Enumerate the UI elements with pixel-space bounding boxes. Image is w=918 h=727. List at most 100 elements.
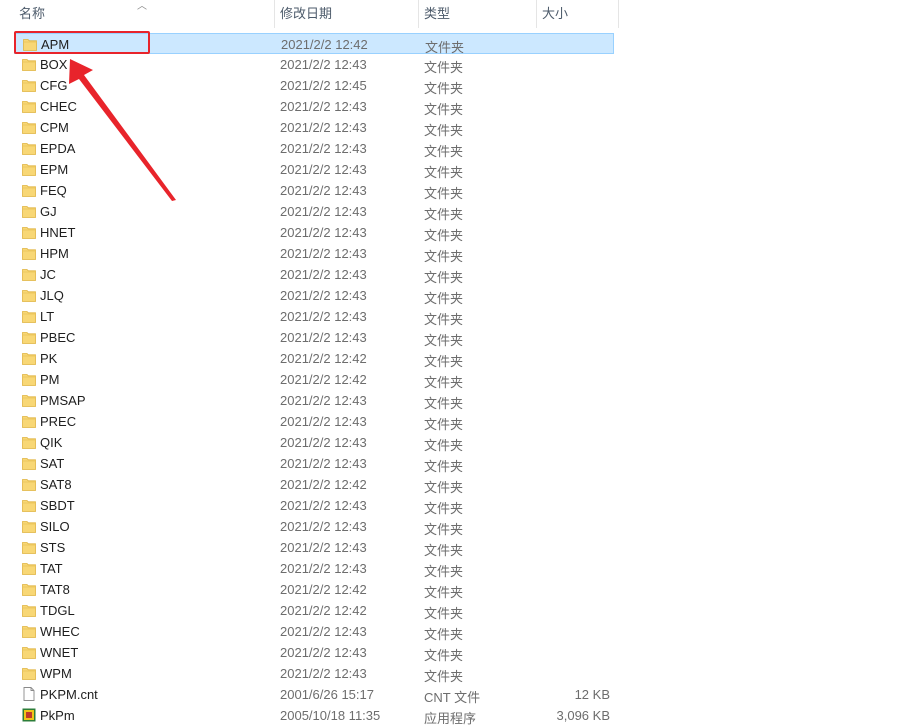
- folder-icon: [22, 519, 36, 533]
- file-row[interactable]: PKPM.cnt 2001/6/26 15:17 CNT 文件 12 KB: [14, 684, 614, 705]
- folder-icon: [22, 372, 36, 386]
- folder-row[interactable]: EPDA 2021/2/2 12:43 文件夹: [14, 138, 614, 159]
- folder-row[interactable]: TAT 2021/2/2 12:43 文件夹: [14, 558, 614, 579]
- folder-row[interactable]: SAT 2021/2/2 12:43 文件夹: [14, 453, 614, 474]
- folder-row[interactable]: TDGL 2021/2/2 12:42 文件夹: [14, 600, 614, 621]
- file-size: 12 KB: [574, 687, 610, 702]
- file-name: WPM: [40, 666, 72, 681]
- modified-date: 2021/2/2 12:42: [280, 582, 367, 597]
- folder-icon: [22, 99, 36, 113]
- folder-icon: [22, 666, 36, 680]
- folder-icon: [22, 477, 36, 491]
- file-name: HNET: [40, 225, 76, 240]
- file-type: 文件夹: [424, 333, 464, 348]
- folder-row[interactable]: LT 2021/2/2 12:43 文件夹: [14, 306, 614, 327]
- file-type: 文件夹: [424, 480, 464, 495]
- modified-date: 2021/2/2 12:43: [280, 645, 367, 660]
- file-name: EPDA: [40, 141, 76, 156]
- folder-icon: [22, 540, 36, 554]
- folder-icon: [22, 57, 36, 71]
- folder-row[interactable]: WPM 2021/2/2 12:43 文件夹: [14, 663, 614, 684]
- folder-icon: [22, 393, 36, 407]
- folder-row[interactable]: QIK 2021/2/2 12:43 文件夹: [14, 432, 614, 453]
- folder-row[interactable]: CHEC 2021/2/2 12:43 文件夹: [14, 96, 614, 117]
- folder-icon: [22, 561, 36, 575]
- folder-row[interactable]: PK 2021/2/2 12:42 文件夹: [14, 348, 614, 369]
- document-icon: [22, 687, 36, 701]
- file-type: 文件夹: [424, 459, 464, 474]
- file-name: TAT8: [40, 582, 70, 597]
- modified-date: 2021/2/2 12:42: [280, 351, 367, 366]
- modified-date: 2021/2/2 12:43: [280, 561, 367, 576]
- file-type: 文件夹: [424, 270, 464, 285]
- file-name: WHEC: [40, 624, 80, 639]
- file-type: 文件夹: [424, 669, 464, 684]
- modified-date: 2021/2/2 12:42: [280, 372, 367, 387]
- modified-date: 2021/2/2 12:43: [280, 393, 367, 408]
- folder-icon: [22, 309, 36, 323]
- folder-icon: [22, 204, 36, 218]
- modified-date: 2021/2/2 12:43: [280, 204, 367, 219]
- folder-row[interactable]: SAT8 2021/2/2 12:42 文件夹: [14, 474, 614, 495]
- folder-row[interactable]: CFG 2021/2/2 12:45 文件夹: [14, 75, 614, 96]
- file-name: STS: [40, 540, 66, 555]
- folder-icon: [22, 498, 36, 512]
- modified-date: 2021/2/2 12:43: [280, 120, 367, 135]
- folder-row[interactable]: SILO 2021/2/2 12:43 文件夹: [14, 516, 614, 537]
- folder-row[interactable]: PREC 2021/2/2 12:43 文件夹: [14, 411, 614, 432]
- modified-date: 2021/2/2 12:43: [280, 288, 367, 303]
- column-header-size[interactable]: 大小: [536, 0, 618, 28]
- folder-row[interactable]: WHEC 2021/2/2 12:43 文件夹: [14, 621, 614, 642]
- file-name: PKPM.cnt: [40, 687, 98, 702]
- file-type: 文件夹: [424, 291, 464, 306]
- modified-date: 2021/2/2 12:45: [280, 78, 367, 93]
- folder-row[interactable]: TAT8 2021/2/2 12:42 文件夹: [14, 579, 614, 600]
- folder-row[interactable]: EPM 2021/2/2 12:43 文件夹: [14, 159, 614, 180]
- column-header-type[interactable]: 类型: [418, 0, 536, 28]
- modified-date: 2021/2/2 12:43: [280, 666, 367, 681]
- file-type: 文件夹: [424, 249, 464, 264]
- folder-row[interactable]: GJ 2021/2/2 12:43 文件夹: [14, 201, 614, 222]
- folder-row[interactable]: JC 2021/2/2 12:43 文件夹: [14, 264, 614, 285]
- column-divider[interactable]: [618, 0, 619, 28]
- folder-icon: [22, 645, 36, 659]
- file-type: 应用程序: [424, 711, 477, 726]
- folder-row[interactable]: BOX 2021/2/2 12:43 文件夹: [14, 54, 614, 75]
- file-row[interactable]: PkPm 2005/10/18 11:35 应用程序 3,096 KB: [14, 705, 614, 726]
- file-type: 文件夹: [424, 186, 464, 201]
- modified-date: 2021/2/2 12:42: [280, 603, 367, 618]
- folder-row[interactable]: FEQ 2021/2/2 12:43 文件夹: [14, 180, 614, 201]
- file-type: 文件夹: [424, 543, 464, 558]
- file-type: 文件夹: [424, 102, 464, 117]
- folder-row[interactable]: PM 2021/2/2 12:42 文件夹: [14, 369, 614, 390]
- folder-icon: [22, 267, 36, 281]
- folder-row[interactable]: PBEC 2021/2/2 12:43 文件夹: [14, 327, 614, 348]
- folder-icon: [22, 78, 36, 92]
- file-type: 文件夹: [424, 417, 464, 432]
- folder-row[interactable]: HPM 2021/2/2 12:43 文件夹: [14, 243, 614, 264]
- column-header-name[interactable]: 名称: [12, 0, 274, 28]
- file-size: 3,096 KB: [556, 708, 611, 723]
- modified-date: 2021/2/2 12:42: [280, 477, 367, 492]
- file-name: TDGL: [40, 603, 75, 618]
- folder-row[interactable]: HNET 2021/2/2 12:43 文件夹: [14, 222, 614, 243]
- file-type: 文件夹: [424, 501, 464, 516]
- folder-icon: [22, 582, 36, 596]
- column-header-date[interactable]: 修改日期: [274, 0, 418, 28]
- folder-row[interactable]: CPM 2021/2/2 12:43 文件夹: [14, 117, 614, 138]
- folder-icon: [22, 624, 36, 638]
- file-name: PMSAP: [40, 393, 86, 408]
- file-type: 文件夹: [424, 144, 464, 159]
- file-name: JC: [40, 267, 56, 282]
- file-name: PREC: [40, 414, 77, 429]
- folder-icon: [22, 456, 36, 470]
- folder-row[interactable]: JLQ 2021/2/2 12:43 文件夹: [14, 285, 614, 306]
- folder-row[interactable]: PMSAP 2021/2/2 12:43 文件夹: [14, 390, 614, 411]
- file-name: PBEC: [40, 330, 76, 345]
- folder-row[interactable]: STS 2021/2/2 12:43 文件夹: [14, 537, 614, 558]
- folder-row[interactable]: WNET 2021/2/2 12:43 文件夹: [14, 642, 614, 663]
- folder-row[interactable]: SBDT 2021/2/2 12:43 文件夹: [14, 495, 614, 516]
- file-name: SBDT: [40, 498, 75, 513]
- modified-date: 2021/2/2 12:43: [280, 330, 367, 345]
- file-type: 文件夹: [424, 354, 464, 369]
